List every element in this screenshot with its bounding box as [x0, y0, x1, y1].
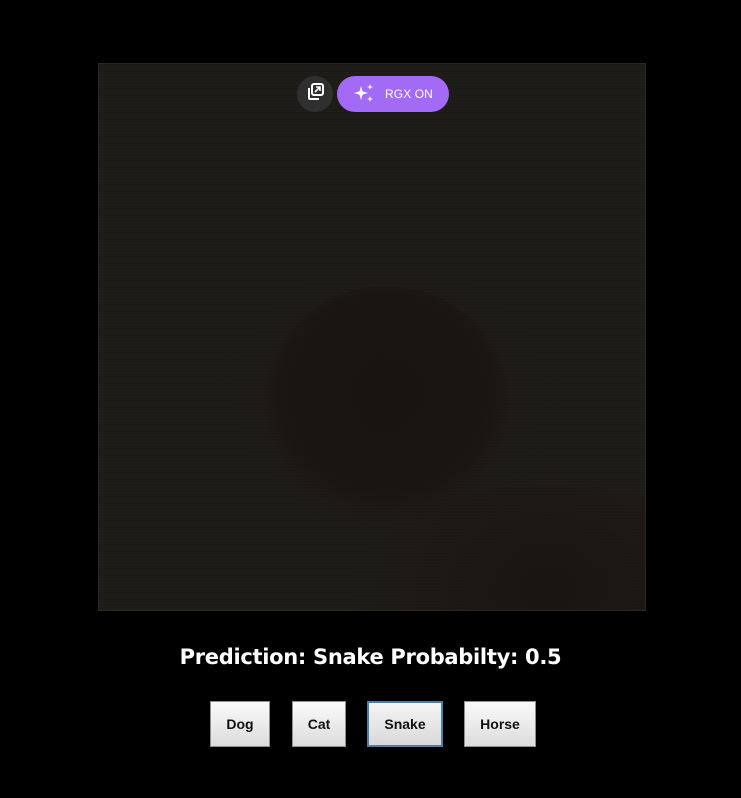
rgx-toggle-label: RGX ON [385, 87, 433, 101]
prediction-text: Prediction: Snake Probabilty: 0.5 [179, 645, 562, 669]
snake-button[interactable]: Snake [367, 701, 443, 747]
video-subject-head [264, 286, 509, 526]
copy-button[interactable] [297, 76, 333, 112]
overlay-toolbar: RGX ON [297, 76, 449, 112]
class-button-row: Dog Cat Snake Horse [0, 701, 741, 747]
sparkles-icon [353, 83, 375, 106]
app-stage: RGX ON Prediction: Snake Probabilty: 0.5… [0, 0, 741, 798]
dog-button[interactable]: Dog [210, 701, 270, 747]
webcam-feed [98, 63, 646, 611]
rgx-toggle-button[interactable]: RGX ON [337, 76, 449, 112]
horse-button[interactable]: Horse [464, 701, 536, 747]
copy-icon [305, 82, 325, 107]
cat-button[interactable]: Cat [292, 701, 346, 747]
